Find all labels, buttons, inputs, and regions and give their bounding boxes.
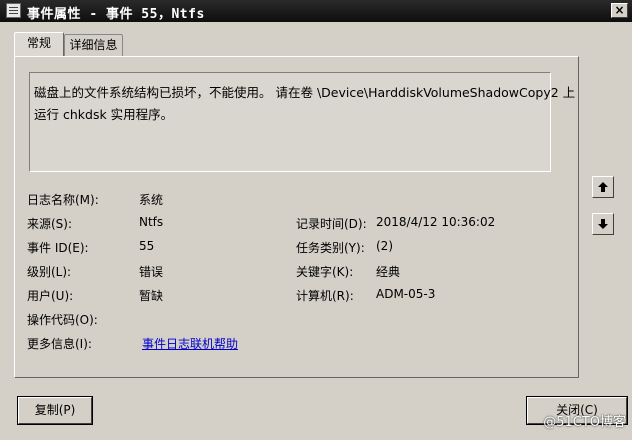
source-value[interactable]: Ntfs xyxy=(139,215,163,229)
tab-general[interactable]: 常规 xyxy=(14,32,64,56)
event-properties-icon xyxy=(6,3,21,18)
opcode-label: 操作代码(O): xyxy=(27,313,98,327)
event-description[interactable]: 磁盘上的文件系统结构已损坏，不能使用。 请在卷 \Device\Harddisk… xyxy=(29,72,576,172)
close-window-button[interactable]: × xyxy=(611,3,628,18)
copy-button[interactable]: 复制(P) xyxy=(17,396,93,425)
task-category-value[interactable]: (2) xyxy=(376,239,393,253)
user-label: 用户(U): xyxy=(27,289,74,303)
source-label: 来源(S): xyxy=(27,217,73,231)
arrow-down-icon xyxy=(598,219,608,229)
tab-details[interactable]: 详细信息 xyxy=(64,34,123,56)
task-category-label: 任务类别(Y): xyxy=(296,241,365,255)
log-name-label: 日志名称(M): xyxy=(27,193,99,207)
computer-label: 计算机(R): xyxy=(296,289,354,303)
logged-value[interactable]: 2018/4/12 10:36:02 xyxy=(376,215,495,229)
online-help-link[interactable]: 事件日志联机帮助 xyxy=(142,335,238,352)
previous-event-button[interactable] xyxy=(592,176,614,198)
keywords-label: 关键字(K): xyxy=(296,265,354,279)
description-line-2: 运行 chkdsk 实用程序。 xyxy=(34,107,174,122)
arrow-up-icon xyxy=(598,182,608,192)
computer-value[interactable]: ADM-05-3 xyxy=(376,287,435,301)
watermark: @51CTO博客 xyxy=(543,415,626,430)
description-line-1: 磁盘上的文件系统结构已损坏，不能使用。 请在卷 \Device\Harddisk… xyxy=(34,85,576,100)
logged-label: 记录时间(D): xyxy=(296,217,367,231)
next-event-button[interactable] xyxy=(592,213,614,235)
event-id-label: 事件 ID(E): xyxy=(27,241,89,255)
user-value[interactable]: 暂缺 xyxy=(139,287,163,304)
more-info-label: 更多信息(I): xyxy=(27,337,92,351)
event-id-value[interactable]: 55 xyxy=(139,239,154,253)
level-label: 级别(L): xyxy=(27,265,72,279)
level-value[interactable]: 错误 xyxy=(139,263,163,280)
window-title: 事件属性 - 事件 55，Ntfs xyxy=(27,7,205,22)
general-panel: 磁盘上的文件系统结构已损坏，不能使用。 请在卷 \Device\Harddisk… xyxy=(14,56,579,378)
log-name-value[interactable]: 系统 xyxy=(139,191,163,208)
keywords-value[interactable]: 经典 xyxy=(376,263,400,280)
title-bar: 事件属性 - 事件 55，Ntfs × xyxy=(0,0,632,22)
